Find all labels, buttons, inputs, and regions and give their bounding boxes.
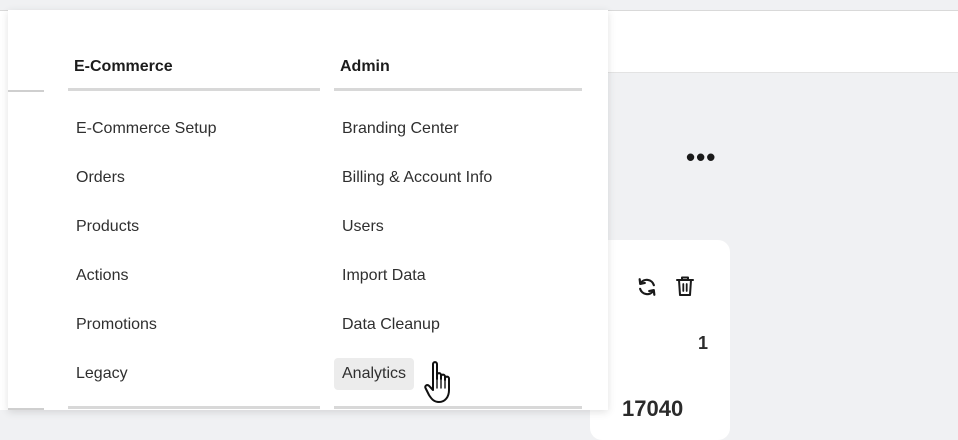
hand-pointer-cursor <box>424 361 450 403</box>
column-divider <box>334 406 582 409</box>
menu-item-data-cleanup[interactable]: Data Cleanup <box>334 309 582 341</box>
column-divider <box>68 88 320 91</box>
menu-item-promotions[interactable]: Promotions <box>68 309 320 341</box>
column-divider <box>68 406 320 409</box>
menu-item-actions[interactable]: Actions <box>68 260 320 292</box>
more-horizontal-icon[interactable]: ••• <box>686 144 722 170</box>
trash-icon[interactable] <box>675 275 695 297</box>
column-divider <box>334 88 582 91</box>
column-header: E-Commerce <box>74 58 173 75</box>
left-panel-strip <box>0 72 8 410</box>
menu-item-branding-center[interactable]: Branding Center <box>334 113 582 145</box>
column-header: Admin <box>340 58 390 75</box>
menu-item-ecommerce-setup[interactable]: E-Commerce Setup <box>68 113 320 145</box>
menu-item-users[interactable]: Users <box>334 211 582 243</box>
navigation-dropdown-menu: E-Commerce E-Commerce Setup Orders Produ… <box>8 10 608 410</box>
menu-item-import-data[interactable]: Import Data <box>334 260 582 292</box>
card-total: 17040 <box>622 396 684 421</box>
menu-item-analytics[interactable]: Analytics <box>334 358 415 390</box>
column-divider-partial <box>8 90 44 92</box>
refresh-icon[interactable] <box>636 276 658 298</box>
menu-item-products[interactable]: Products <box>68 211 320 243</box>
card-count: 1 <box>697 333 708 353</box>
menu-item-orders[interactable]: Orders <box>68 162 320 194</box>
menu-item-legacy[interactable]: Legacy <box>68 358 320 390</box>
menu-item-billing-account-info[interactable]: Billing & Account Info <box>334 162 582 194</box>
